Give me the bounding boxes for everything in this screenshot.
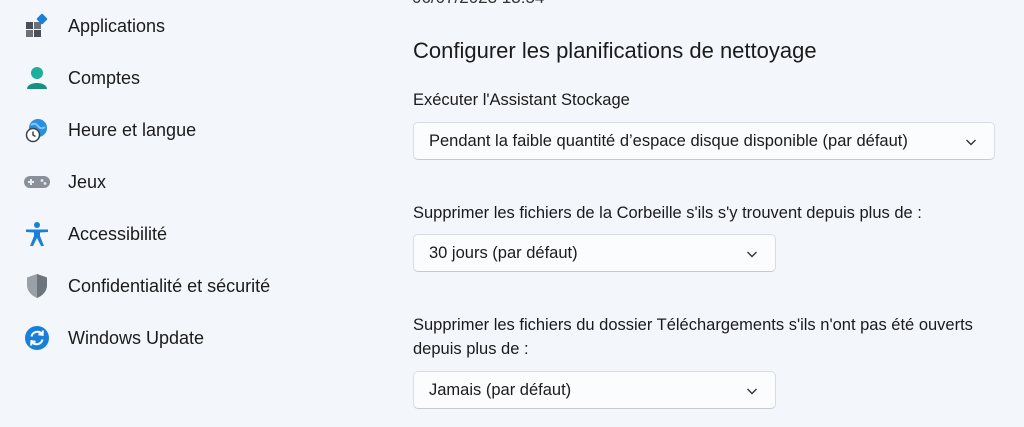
sidebar-item-applications[interactable]: Applications [0, 4, 360, 48]
downloads-label: Supprimer les fichiers du dossier Téléch… [413, 316, 973, 358]
sidebar-item-heure-langue[interactable]: Heure et langue [0, 108, 360, 152]
dropdown-value: 30 jours (par défaut) [429, 243, 578, 262]
sidebar-item-label: Comptes [68, 67, 141, 88]
sidebar-item-label: Accessibilité [68, 223, 168, 244]
gamepad-icon [23, 168, 51, 196]
sidebar-item-label: Applications [68, 15, 166, 36]
sidebar-item-label: Jeux [68, 171, 107, 192]
shield-icon [23, 272, 51, 300]
sidebar-item-accessibilite[interactable]: Accessibilité [0, 212, 360, 256]
account-icon [23, 64, 51, 92]
recycle-bin-label: Supprimer les fichiers de la Corbeille s… [413, 204, 922, 222]
windows-update-icon [23, 324, 51, 352]
storage-sense-run-dropdown[interactable]: Pendant la faible quantité d’espace disq… [413, 122, 995, 160]
sidebar-item-jeux[interactable]: Jeux [0, 160, 360, 204]
recycle-bin-dropdown[interactable]: 30 jours (par défaut) [413, 234, 776, 272]
last-run-date: 06/07/2023 13:54 [412, 0, 544, 8]
sidebar-item-windows-update[interactable]: Windows Update [0, 316, 360, 360]
storage-sense-panel: 06/07/2023 13:54 Configurer les planific… [390, 0, 1024, 427]
chevron-down-icon [964, 135, 978, 149]
sidebar-nav: Applications Comptes Heure et langue Jeu… [0, 0, 390, 427]
chevron-down-icon [745, 384, 759, 398]
sidebar-item-comptes[interactable]: Comptes [0, 56, 360, 100]
time-language-icon [23, 116, 51, 144]
section-title: Configurer les planifications de nettoya… [413, 38, 817, 63]
dropdown-value: Jamais (par défaut) [429, 380, 572, 399]
sidebar-item-label: Confidentialité et sécurité [68, 275, 271, 296]
downloads-dropdown[interactable]: Jamais (par défaut) [413, 371, 776, 409]
accessibility-icon [23, 220, 51, 248]
sidebar-item-label: Heure et langue [68, 119, 197, 140]
storage-sense-run-label: Exécuter l'Assistant Stockage [413, 91, 630, 109]
sidebar-item-label: Windows Update [68, 327, 205, 348]
dropdown-value: Pendant la faible quantité d’espace disq… [429, 131, 908, 150]
apps-icon [23, 12, 51, 40]
chevron-down-icon [745, 247, 759, 261]
sidebar-item-confidentialite[interactable]: Confidentialité et sécurité [0, 264, 360, 308]
